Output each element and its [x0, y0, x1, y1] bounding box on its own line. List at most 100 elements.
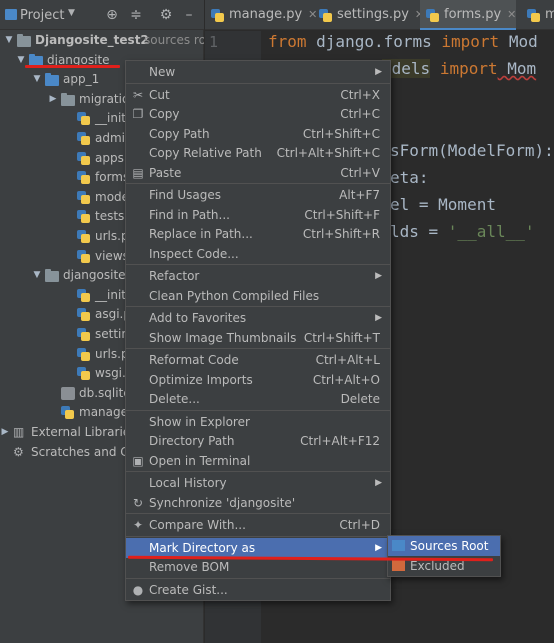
menu-copy-path[interactable]: Copy Path Ctrl+Shift+C [126, 124, 390, 144]
project-panel-header: Project ▼ ⊕ ≑ ⚙ – [0, 0, 204, 30]
expand-arrow-right-icon[interactable]: ▶ [0, 423, 10, 442]
menu-item-label: Paste [149, 165, 182, 180]
menu-mark-directory[interactable]: Mark Directory as ▶ [126, 537, 390, 558]
menu-item-label: Find Usages [149, 188, 222, 202]
menu-item-label: Local History [149, 476, 227, 490]
python-file-icon [426, 9, 439, 22]
menu-copy[interactable]: ❐ Copy Ctrl+C [126, 104, 390, 124]
annotation-underline-djangosite [25, 65, 120, 68]
menu-open-terminal[interactable]: ▣ Open in Terminal [126, 451, 390, 471]
expand-arrow-down-icon[interactable]: ▼ [4, 31, 14, 50]
tab-2[interactable]: forms.py ✕ [420, 0, 517, 30]
tree-item-label: Djangosite_test2 [35, 33, 149, 47]
menu-item-shortcut: Ctrl+Alt+L [315, 353, 380, 367]
target-icon[interactable]: ⊕ [103, 6, 121, 24]
python-file-icon [77, 230, 90, 243]
menu-item-shortcut: Delete [340, 392, 380, 406]
tab-3[interactable]: mo [521, 0, 554, 30]
menu-show-explorer[interactable]: Show in Explorer [126, 412, 390, 432]
python-file-icon [77, 112, 90, 126]
folder-icon [392, 540, 405, 551]
project-view-dropdown-icon[interactable] [5, 9, 17, 20]
python-file-icon [61, 406, 74, 420]
submenu-arrow-icon: ▶ [375, 542, 382, 553]
code-line-1: from django.forms import Mod [268, 32, 538, 51]
menu-item-shortcut: Ctrl+Shift+F [304, 207, 380, 222]
menu-item-label: Synchronize 'djangosite' [149, 495, 296, 510]
python-file-icon [77, 171, 90, 185]
menu-item-label: Remove BOM [149, 560, 230, 574]
menu-item-label: Delete... [149, 392, 200, 406]
menu-item-shortcut: Ctrl+Shift+C [302, 126, 380, 141]
tree-item-label: migratio [79, 91, 130, 106]
menu-item-shortcut: Ctrl+Shift+R [302, 227, 380, 241]
menu-paste[interactable]: ▤ Paste Ctrl+V [126, 163, 390, 183]
menu-item-label: Replace in Path... [149, 227, 253, 241]
menu-item-label: Mark Directory as [149, 540, 256, 555]
tree-item-label: djangosite [63, 268, 126, 283]
menu-separator [126, 306, 390, 307]
expand-arrow-down-icon[interactable]: ▼ [32, 70, 42, 89]
menu-item-label: Directory Path [149, 434, 235, 448]
editor-tabs: manage.py✕settings.py✕ forms.py ✕ mo [205, 0, 554, 30]
sync-icon: ↻ [132, 495, 144, 510]
menu-replace-in-path[interactable]: Replace in Path... Ctrl+Shift+R [126, 224, 390, 244]
menu-refactor[interactable]: Refactor ▶ [126, 266, 390, 286]
menu-separator [126, 513, 390, 514]
menu-clean-compiled[interactable]: Clean Python Compiled Files [126, 286, 390, 306]
menu-cut[interactable]: ✂ Cut Ctrl+X [126, 85, 390, 105]
folder-icon [17, 34, 31, 47]
tree-item-label: app_1 [63, 72, 100, 87]
menu-directory-path[interactable]: Directory Path Ctrl+Alt+F12 [126, 431, 390, 451]
tab-label: mo [545, 7, 554, 22]
collapse-icon[interactable]: ≑ [127, 6, 145, 24]
menu-item-label: Optimize Imports [149, 372, 253, 387]
tree-root[interactable]: ▼ Djangosite_test2sources root, E [0, 31, 204, 50]
menu-item-label: Find in Path... [149, 207, 230, 222]
menu-optimize-imports[interactable]: Optimize Imports Ctrl+Alt+O [126, 370, 390, 390]
menu-item-shortcut: Ctrl+C [340, 107, 380, 121]
code-line-7: el = Moment [390, 195, 496, 214]
menu-separator [126, 535, 390, 537]
menu-delete[interactable]: Delete... Delete [126, 389, 390, 409]
scratches-icon: ⚙ [13, 444, 24, 459]
menu-find-usages[interactable]: Find Usages Alt+F7 [126, 185, 390, 205]
menu-show-thumbnails[interactable]: Show Image Thumbnails Ctrl+Shift+T [126, 328, 390, 348]
folder-icon [392, 560, 405, 571]
menu-synchronize[interactable]: ↻ Synchronize 'djangosite' [126, 493, 390, 513]
menu-item-label: Reformat Code [149, 353, 239, 367]
submenu-arrow-icon: ▶ [375, 67, 382, 77]
expand-arrow-down-icon[interactable]: ▼ [32, 266, 42, 285]
gear-icon[interactable]: ⚙ [157, 6, 175, 24]
code-keyword: from [268, 32, 307, 51]
menu-item-shortcut: Ctrl+D [339, 518, 380, 532]
expand-arrow-right-icon[interactable]: ▶ [48, 90, 58, 109]
menu-add-favorites[interactable]: Add to Favorites ▶ [126, 308, 390, 328]
menu-separator [126, 183, 390, 184]
close-icon[interactable]: ✕ [507, 8, 516, 21]
menu-create-gist[interactable]: ● Create Gist... [126, 580, 390, 600]
code-string: '__all__' [447, 222, 535, 241]
submenu-item-label: Sources Root [410, 539, 489, 553]
hide-icon[interactable]: – [180, 6, 198, 24]
menu-reformat-code[interactable]: Reformat Code Ctrl+Alt+L [126, 350, 390, 370]
cut-icon: ✂ [132, 87, 144, 102]
menu-item-label: Create Gist... [149, 582, 228, 597]
tab-1[interactable]: settings.py✕ [313, 0, 424, 30]
menu-item-label: New [149, 65, 176, 79]
menu-copy-relative-path[interactable]: Copy Relative Path Ctrl+Alt+Shift+C [126, 143, 390, 163]
menu-local-history[interactable]: Local History ▶ [126, 473, 390, 493]
menu-item-label: Open in Terminal [149, 453, 251, 468]
menu-inspect-code[interactable]: Inspect Code... [126, 244, 390, 264]
folder-icon [45, 269, 59, 283]
python-file-icon [77, 288, 90, 302]
menu-compare-with[interactable]: ✦ Compare With... Ctrl+D [126, 515, 390, 535]
menu-find-in-path[interactable]: Find in Path... Ctrl+Shift+F [126, 205, 390, 225]
menu-new[interactable]: New ▶ [126, 62, 390, 82]
terminal-icon: ▣ [132, 453, 144, 468]
mark-directory-submenu: Sources Root Excluded [387, 535, 501, 577]
chevron-down-icon[interactable]: ▼ [68, 8, 75, 18]
submenu-sources-root[interactable]: Sources Root [388, 536, 500, 556]
project-panel-title[interactable]: Project [20, 8, 64, 23]
tab-0[interactable]: manage.py ✕ [205, 0, 317, 30]
